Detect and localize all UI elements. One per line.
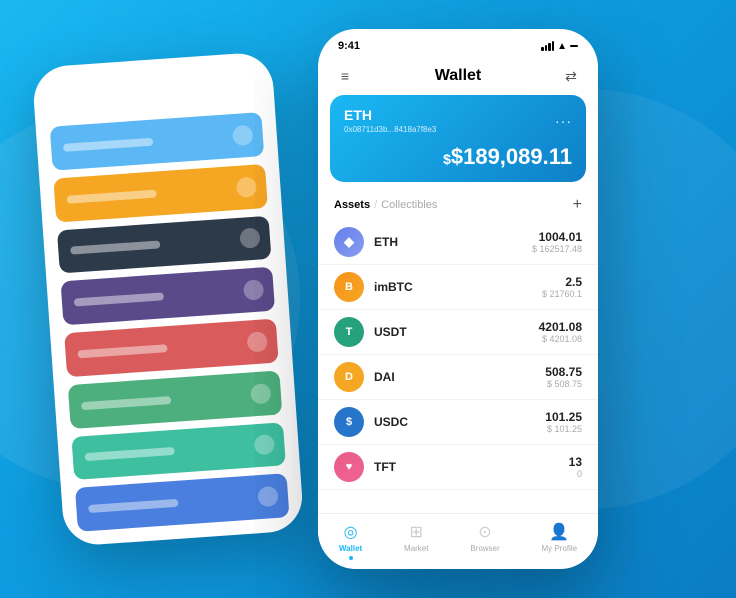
- usdc-icon: $: [334, 407, 364, 437]
- list-item[interactable]: [50, 112, 265, 170]
- eth-ticker: ETH: [344, 107, 436, 123]
- nav-profile[interactable]: 👤 My Profile: [542, 522, 578, 553]
- card-label: [77, 344, 167, 358]
- asset-amounts: 101.25 $ 101.25: [545, 410, 582, 434]
- eth-card-header: ETH 0x08711d3b...8418a7f8e3 ···: [344, 107, 572, 134]
- profile-nav-icon: 👤: [549, 522, 569, 542]
- card-label: [88, 499, 178, 513]
- asset-primary-amount: 508.75: [545, 365, 582, 379]
- asset-secondary-amount: $ 4201.08: [539, 334, 582, 344]
- card-label: [74, 292, 164, 306]
- assets-header: Assets / Collectibles +: [318, 192, 598, 220]
- asset-item-usdc[interactable]: $ USDC 101.25 $ 101.25: [318, 400, 598, 445]
- nav-browser[interactable]: ⊙ Browser: [470, 522, 499, 553]
- eth-address: 0x08711d3b...8418a7f8e3: [344, 125, 436, 134]
- card-icon: [243, 279, 264, 300]
- list-item[interactable]: [57, 215, 272, 273]
- tab-collectibles[interactable]: Collectibles: [381, 199, 437, 211]
- dai-icon: D: [334, 362, 364, 392]
- asset-list: ◆ ETH 1004.01 $ 162517.48 B imBTC 2.5 $ …: [318, 220, 598, 490]
- list-item[interactable]: [53, 164, 268, 222]
- asset-name: USDC: [374, 415, 545, 429]
- asset-secondary-amount: $ 101.25: [545, 424, 582, 434]
- eth-balance: $$189,089.11: [344, 144, 572, 170]
- eth-more-icon[interactable]: ···: [555, 113, 572, 129]
- nav-market[interactable]: ⊞ Market: [404, 522, 428, 553]
- wallet-nav-icon: ◎: [344, 522, 358, 542]
- add-asset-button[interactable]: +: [573, 196, 582, 214]
- list-item[interactable]: [75, 473, 290, 531]
- app-header: ≡ Wallet ⇄: [318, 57, 598, 95]
- assets-separator: /: [374, 199, 377, 211]
- card-icon: [236, 176, 257, 197]
- asset-amounts: 508.75 $ 508.75: [545, 365, 582, 389]
- asset-item-imbtc[interactable]: B imBTC 2.5 $ 21760.1: [318, 265, 598, 310]
- card-label: [85, 447, 175, 461]
- asset-secondary-amount: 0: [569, 469, 582, 479]
- nav-wallet[interactable]: ◎ Wallet: [339, 522, 362, 560]
- card-icon: [232, 125, 253, 146]
- list-item[interactable]: [61, 267, 276, 325]
- asset-primary-amount: 13: [569, 455, 582, 469]
- card-icon: [247, 331, 268, 352]
- bottom-nav: ◎ Wallet ⊞ Market ⊙ Browser 👤 My Profile: [318, 513, 598, 569]
- tab-assets[interactable]: Assets: [334, 199, 370, 211]
- nav-profile-label: My Profile: [542, 544, 578, 553]
- wifi-icon: ▲: [557, 41, 567, 52]
- asset-secondary-amount: $ 508.75: [545, 379, 582, 389]
- asset-primary-amount: 2.5: [542, 275, 582, 289]
- card-label: [63, 138, 153, 152]
- card-icon: [257, 486, 278, 507]
- card-icon: [239, 228, 260, 249]
- card-label: [81, 396, 171, 410]
- asset-name: imBTC: [374, 280, 542, 294]
- card-icon: [250, 383, 271, 404]
- asset-name: ETH: [374, 235, 532, 249]
- asset-secondary-amount: $ 162517.48: [532, 244, 582, 254]
- asset-item-usdt[interactable]: T USDT 4201.08 $ 4201.08: [318, 310, 598, 355]
- asset-name: DAI: [374, 370, 545, 384]
- asset-primary-amount: 101.25: [545, 410, 582, 424]
- asset-amounts: 4201.08 $ 4201.08: [539, 320, 582, 344]
- card-label: [67, 189, 157, 203]
- asset-primary-amount: 1004.01: [532, 230, 582, 244]
- browser-nav-icon: ⊙: [478, 522, 491, 542]
- battery-icon: [570, 45, 578, 47]
- status-bar: 9:41 ▲: [318, 29, 598, 57]
- usdt-icon: T: [334, 317, 364, 347]
- nav-browser-label: Browser: [470, 544, 499, 553]
- tft-icon: ♥: [334, 452, 364, 482]
- signal-icon: [541, 41, 554, 51]
- list-item[interactable]: [64, 319, 279, 377]
- menu-icon[interactable]: ≡: [334, 65, 356, 87]
- asset-amounts: 1004.01 $ 162517.48: [532, 230, 582, 254]
- market-nav-icon: ⊞: [410, 522, 423, 542]
- card-icon: [254, 434, 275, 455]
- list-item[interactable]: [71, 422, 286, 480]
- transfer-icon[interactable]: ⇄: [560, 65, 582, 87]
- status-icons: ▲: [541, 41, 578, 52]
- status-time: 9:41: [338, 40, 360, 52]
- assets-tabs: Assets / Collectibles: [334, 199, 437, 211]
- asset-name: USDT: [374, 325, 539, 339]
- asset-primary-amount: 4201.08: [539, 320, 582, 334]
- asset-item-tft[interactable]: ♥ TFT 13 0: [318, 445, 598, 490]
- phone-back: [32, 51, 305, 547]
- nav-wallet-label: Wallet: [339, 544, 362, 553]
- eth-card: ETH 0x08711d3b...8418a7f8e3 ··· $$189,08…: [330, 95, 586, 182]
- eth-icon: ◆: [334, 227, 364, 257]
- card-label: [70, 241, 160, 255]
- asset-name: TFT: [374, 460, 569, 474]
- list-item[interactable]: [68, 370, 283, 428]
- asset-amounts: 2.5 $ 21760.1: [542, 275, 582, 299]
- nav-active-dot: [349, 556, 353, 560]
- asset-item-dai[interactable]: D DAI 508.75 $ 508.75: [318, 355, 598, 400]
- page-title: Wallet: [435, 67, 482, 85]
- asset-amounts: 13 0: [569, 455, 582, 479]
- phone-front: 9:41 ▲ ≡ Wallet ⇄ ETH 0x08711d3b...8418a…: [318, 29, 598, 569]
- imbtc-icon: B: [334, 272, 364, 302]
- asset-item-eth[interactable]: ◆ ETH 1004.01 $ 162517.48: [318, 220, 598, 265]
- nav-market-label: Market: [404, 544, 428, 553]
- asset-secondary-amount: $ 21760.1: [542, 289, 582, 299]
